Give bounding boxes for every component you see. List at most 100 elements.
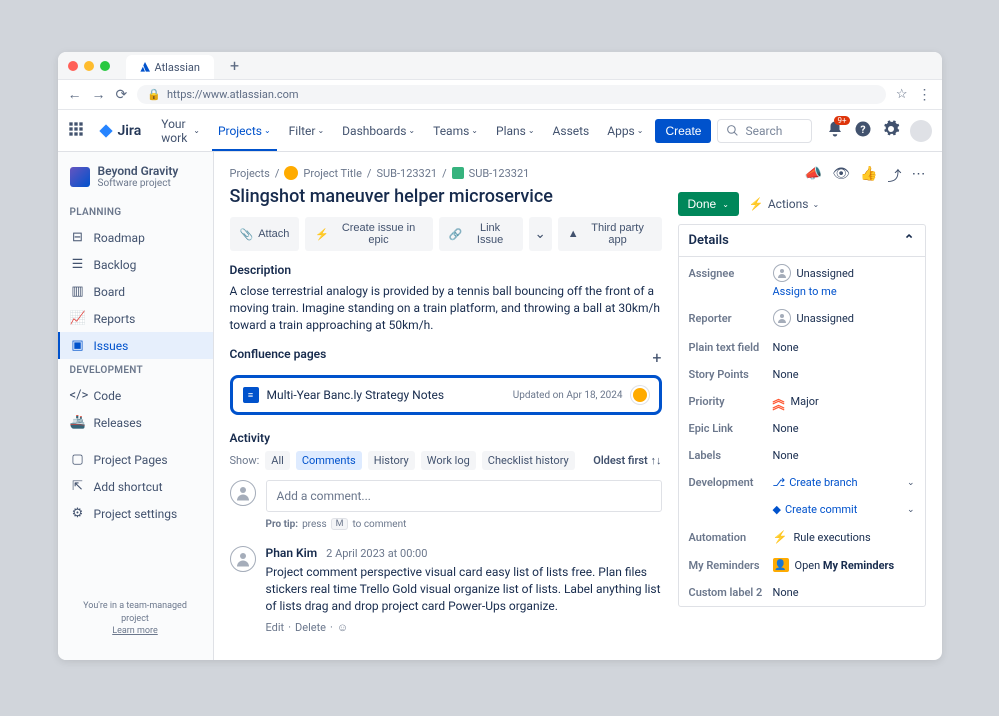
nav-apps[interactable]: Apps⌄ [601, 120, 649, 142]
nav-your-work[interactable]: Your work⌄ [155, 113, 206, 149]
close-window[interactable] [68, 61, 78, 71]
project-icon [70, 167, 90, 187]
nav-filter[interactable]: Filter⌄ [283, 120, 331, 142]
create-in-epic-button[interactable]: ⚡Create issue in epic [305, 217, 433, 251]
browser-menu[interactable]: ⋮ [918, 87, 932, 103]
comment-input[interactable]: Add a comment... [266, 480, 662, 512]
third-party-button[interactable]: ▲Third party app [558, 217, 662, 251]
browser-address-bar: ← → ⟳ 🔒 https://www.atlassian.com ☆ ⋮ [58, 80, 942, 110]
url-text: https://www.atlassian.com [167, 88, 299, 101]
sidebar-releases[interactable]: 🚢Releases [58, 409, 213, 436]
comment-edit[interactable]: Edit [266, 621, 285, 634]
automation-icon: ⚡ [773, 530, 788, 544]
settings-icon[interactable] [882, 120, 900, 142]
nav-teams[interactable]: Teams⌄ [427, 120, 484, 142]
new-tab-button[interactable]: + [220, 56, 249, 75]
bookmark-icon[interactable]: ☆ [896, 87, 908, 102]
minimize-window[interactable] [84, 61, 94, 71]
nav-assets[interactable]: Assets [547, 120, 596, 142]
detail-custom-label-2[interactable]: Custom label 2 None [679, 579, 925, 606]
comment-react-icon[interactable]: ☺ [337, 621, 348, 634]
detail-priority[interactable]: Priority ︽︽Major [679, 388, 925, 415]
details-header[interactable]: Details ⌃ [679, 225, 925, 257]
crumb-project-title[interactable]: Project Title [303, 167, 362, 180]
activity-tabs: Show: All Comments History Work log Chec… [230, 451, 662, 470]
search-input[interactable]: Search [717, 119, 811, 143]
tab-all[interactable]: All [265, 451, 290, 470]
tab-comments[interactable]: Comments [296, 451, 362, 470]
shortcut-icon: ⇱ [70, 479, 86, 494]
issue-sidebar: 📣 👁 👍 ⤴ ⋯ Done⌄ ⚡Actions⌄ Details ⌃ [678, 166, 926, 646]
create-button[interactable]: Create [655, 119, 711, 143]
detail-plain-text[interactable]: Plain text field None [679, 334, 925, 361]
nav-projects[interactable]: Projects⌄ [212, 111, 277, 151]
actions-dropdown[interactable]: ⚡Actions⌄ [749, 197, 819, 211]
sidebar-code[interactable]: </>Code [58, 382, 213, 409]
sidebar-reports[interactable]: 📈Reports [58, 305, 213, 332]
sidebar-add-shortcut[interactable]: ⇱Add shortcut [58, 473, 213, 500]
link-dropdown[interactable]: ⌄ [529, 217, 552, 251]
sidebar-issues[interactable]: ▣Issues [58, 332, 213, 359]
comment-author[interactable]: Phan Kim [266, 546, 318, 560]
issue-main: Projects / Project Title / SUB-123321 / … [230, 166, 662, 646]
status-button[interactable]: Done⌄ [678, 192, 739, 216]
description-header: Description [230, 263, 662, 277]
project-header[interactable]: Beyond Gravity Software project [58, 164, 213, 201]
maximize-window[interactable] [100, 61, 110, 71]
crumb-key2[interactable]: SUB-123321 [469, 167, 530, 180]
detail-reminders[interactable]: My Reminders 👤Open My Reminders [679, 551, 925, 579]
profile-avatar[interactable] [910, 120, 932, 142]
tab-history[interactable]: History [368, 451, 415, 470]
crumb-projects[interactable]: Projects [230, 167, 270, 180]
attach-button[interactable]: 📎Attach [230, 217, 300, 251]
forward-button[interactable]: → [92, 86, 106, 103]
crumb-key1[interactable]: SUB-123321 [376, 167, 437, 180]
confluence-page-card[interactable]: ≡ Multi-Year Banc.ly Strategy Notes Upda… [230, 375, 662, 415]
sidebar-project-pages[interactable]: ▢Project Pages [58, 446, 213, 473]
create-commit-link[interactable]: ◆Create commit⌄ [773, 503, 915, 516]
url-input[interactable]: 🔒 https://www.atlassian.com [137, 85, 886, 104]
watch-icon[interactable]: 👁 [832, 166, 850, 186]
reload-button[interactable]: ⟳ [116, 87, 128, 103]
issue-actions: 📎Attach ⚡Create issue in epic 🔗Link Issu… [230, 217, 662, 251]
back-button[interactable]: ← [68, 86, 82, 103]
app-switcher-icon[interactable] [68, 121, 84, 141]
tab-checklist[interactable]: Checklist history [482, 451, 575, 470]
nav-dashboards[interactable]: Dashboards⌄ [336, 120, 421, 142]
description-text[interactable]: A close terrestrial analogy is provided … [230, 283, 662, 333]
browser-tab[interactable]: Atlassian [126, 55, 214, 79]
jira-logo[interactable]: Jira [98, 123, 142, 139]
comment-delete[interactable]: Delete [295, 621, 326, 634]
sidebar-board[interactable]: ▥Board [58, 278, 213, 305]
assign-to-me-link[interactable]: Assign to me [773, 285, 925, 298]
more-icon[interactable]: ⋯ [912, 166, 926, 186]
board-icon: ▥ [70, 284, 86, 299]
link-issue-button[interactable]: 🔗Link Issue [439, 217, 523, 251]
detail-story-points[interactable]: Story Points None [679, 361, 925, 388]
sidebar-roadmap[interactable]: ⊟Roadmap [58, 224, 213, 251]
nav-plans[interactable]: Plans⌄ [490, 120, 541, 142]
detail-automation[interactable]: Automation ⚡Rule executions [679, 523, 925, 551]
sort-button[interactable]: Oldest first ↑↓ [593, 454, 661, 467]
jira-logo-text: Jira [118, 123, 142, 139]
detail-development: Development ⎇Create branch⌄ [679, 469, 925, 496]
detail-labels[interactable]: Labels None [679, 442, 925, 469]
sidebar-backlog[interactable]: ☰Backlog [58, 251, 213, 278]
share-icon[interactable]: ⤴ [888, 166, 902, 186]
add-confluence-button[interactable]: + [652, 348, 661, 367]
sidebar-settings[interactable]: ⚙Project settings [58, 500, 213, 527]
create-branch-link[interactable]: ⎇Create branch⌄ [773, 476, 915, 489]
help-icon[interactable]: ? [854, 120, 872, 142]
notifications-icon[interactable]: 9+ [826, 120, 844, 142]
detail-reporter[interactable]: Reporter Unassigned [679, 302, 925, 334]
show-label: Show: [230, 454, 260, 467]
tab-worklog[interactable]: Work log [421, 451, 476, 470]
detail-epic-link[interactable]: Epic Link None [679, 415, 925, 442]
feedback-icon[interactable]: 📣 [805, 166, 822, 186]
issue-head-actions: 📣 👁 👍 ⤴ ⋯ [678, 166, 926, 186]
vote-icon[interactable]: 👍 [860, 166, 877, 186]
learn-more-link[interactable]: Learn more [112, 626, 158, 636]
comment-actions: Edit · Delete · ☺ [266, 621, 662, 634]
comment-avatar [230, 546, 256, 572]
confluence-author-avatar [631, 386, 649, 404]
